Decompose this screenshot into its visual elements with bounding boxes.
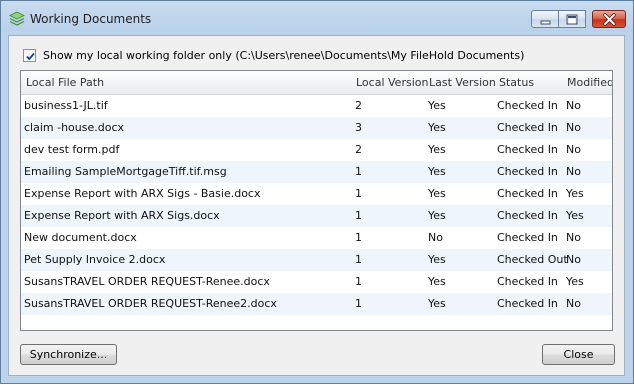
minimize-icon	[540, 20, 551, 25]
cell-local-version: 1	[355, 275, 362, 288]
cell-last-version: Yes	[428, 99, 446, 112]
cell-last-version: Yes	[428, 297, 446, 310]
cell-modified: No	[566, 231, 581, 244]
close-button[interactable]: Close	[542, 344, 615, 365]
table-row[interactable]: business1-JL.tif 2 Yes Checked In No	[21, 95, 612, 117]
cell-local-version: 1	[355, 231, 362, 244]
cell-last-version: Yes	[428, 187, 446, 200]
cell-modified: Yes	[566, 187, 584, 200]
cell-status: Checked Out	[497, 253, 568, 266]
column-header-modified[interactable]: Modified	[567, 71, 612, 94]
cell-local-version: 2	[355, 143, 362, 156]
local-folder-label: Show my local working folder only (C:\Us…	[43, 48, 525, 62]
cell-status: Checked In	[497, 297, 558, 310]
working-documents-list[interactable]: Local File Path Local Version Last Versi…	[20, 70, 613, 331]
cell-modified: No	[566, 297, 581, 310]
table-row[interactable]: dev test form.pdf 2 Yes Checked In No	[21, 139, 612, 161]
table-row[interactable]: Emailing SampleMortgageTiff.tif.msg 1 Ye…	[21, 161, 612, 183]
cell-local-version: 1	[355, 209, 362, 222]
cell-status: Checked In	[497, 165, 558, 178]
cell-local-version: 1	[355, 297, 362, 310]
local-folder-filter[interactable]: Show my local working folder only (C:\Us…	[23, 47, 524, 63]
cell-status: Checked In	[497, 121, 558, 134]
column-header-status[interactable]: Status	[499, 71, 534, 94]
cell-local-version: 1	[355, 253, 362, 266]
cell-local-file-path: SusansTRAVEL ORDER REQUEST-Renee2.docx	[24, 297, 277, 310]
cell-status: Checked In	[497, 231, 558, 244]
table-row[interactable]: New document.docx 1 No Checked In No	[21, 227, 612, 249]
table-row[interactable]: SusansTRAVEL ORDER REQUEST-Renee.docx 1 …	[21, 271, 612, 293]
cell-local-file-path: New document.docx	[24, 231, 137, 244]
cell-last-version: Yes	[428, 165, 446, 178]
column-header-local-file-path[interactable]: Local File Path	[26, 71, 104, 94]
cell-local-file-path: dev test form.pdf	[24, 143, 120, 156]
window-title: Working Documents	[30, 12, 152, 26]
cell-last-version: Yes	[428, 253, 446, 266]
close-icon	[603, 13, 616, 26]
cell-modified: Yes	[566, 275, 584, 288]
cell-last-version: No	[428, 231, 443, 244]
cell-last-version: Yes	[428, 121, 446, 134]
table-row[interactable]: Expense Report with ARX Sigs - Basie.doc…	[21, 183, 612, 205]
cell-local-file-path: Expense Report with ARX Sigs - Basie.doc…	[24, 187, 261, 200]
title-bar[interactable]: Working Documents	[1, 1, 633, 35]
table-row[interactable]: claim -house.docx 3 Yes Checked In No	[21, 117, 612, 139]
cell-modified: Yes	[566, 209, 584, 222]
cell-modified: No	[566, 121, 581, 134]
cell-last-version: Yes	[428, 209, 446, 222]
cell-status: Checked In	[497, 275, 558, 288]
maximize-icon	[566, 14, 578, 25]
cell-status: Checked In	[497, 99, 558, 112]
cell-last-version: Yes	[428, 275, 446, 288]
maximize-button[interactable]	[559, 10, 586, 28]
synchronize-button[interactable]: Synchronize...	[20, 344, 117, 365]
cell-status: Checked In	[497, 143, 558, 156]
close-window-button[interactable]	[592, 10, 626, 28]
table-row[interactable]: Expense Report with ARX Sigs.docx 1 Yes …	[21, 205, 612, 227]
cell-local-version: 2	[355, 99, 362, 112]
cell-modified: No	[566, 253, 581, 266]
cell-local-file-path: claim -house.docx	[24, 121, 125, 134]
cell-local-file-path: Expense Report with ARX Sigs.docx	[24, 209, 220, 222]
cell-local-file-path: SusansTRAVEL ORDER REQUEST-Renee.docx	[24, 275, 270, 288]
local-folder-checkbox[interactable]	[23, 48, 36, 62]
working-documents-window: Working Documents Show my local working …	[0, 0, 634, 384]
table-row[interactable]: SusansTRAVEL ORDER REQUEST-Renee2.docx 1…	[21, 293, 612, 315]
cell-local-version: 1	[355, 165, 362, 178]
dialog-body: Show my local working folder only (C:\Us…	[8, 35, 625, 376]
filehold-stack-icon	[9, 11, 25, 27]
column-header-last-version[interactable]: Last Version	[429, 71, 496, 94]
checkmark-icon	[26, 52, 35, 60]
cell-local-version: 3	[355, 121, 362, 134]
column-header-local-version[interactable]: Local Version	[356, 71, 428, 94]
cell-modified: No	[566, 165, 581, 178]
cell-modified: No	[566, 143, 581, 156]
cell-local-file-path: business1-JL.tif	[24, 99, 108, 112]
cell-local-file-path: Pet Supply Invoice 2.docx	[24, 253, 166, 266]
table-row[interactable]: Pet Supply Invoice 2.docx 1 Yes Checked …	[21, 249, 612, 271]
cell-last-version: Yes	[428, 143, 446, 156]
cell-modified: No	[566, 99, 581, 112]
cell-status: Checked In	[497, 187, 558, 200]
minimize-button[interactable]	[531, 10, 559, 28]
cell-local-version: 1	[355, 187, 362, 200]
list-header: Local File Path Local Version Last Versi…	[21, 71, 612, 95]
cell-local-file-path: Emailing SampleMortgageTiff.tif.msg	[24, 165, 227, 178]
cell-status: Checked In	[497, 209, 558, 222]
